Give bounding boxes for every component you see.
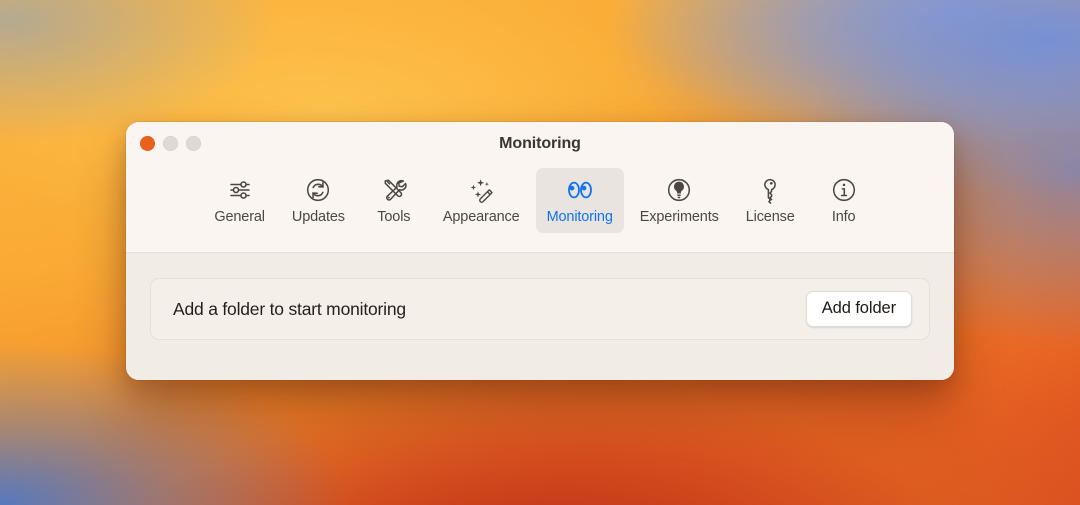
add-folder-button[interactable]: Add folder — [805, 291, 912, 327]
eyes-icon — [565, 175, 595, 205]
tab-label: Info — [831, 209, 856, 225]
tab-license[interactable]: License — [735, 168, 806, 233]
key-icon — [755, 175, 785, 205]
empty-state-row: Add a folder to start monitoring Add fol… — [150, 278, 930, 340]
preferences-window: Monitoring General Updates Tools Appeara… — [126, 122, 954, 380]
window-titlebar: Monitoring — [126, 122, 954, 167]
tab-label: Monitoring — [546, 209, 613, 225]
preferences-toolbar: General Updates Tools Appearance Monitor… — [126, 167, 954, 253]
tab-experiments[interactable]: Experiments — [629, 168, 730, 233]
tab-label: General — [214, 209, 265, 225]
tab-general[interactable]: General — [203, 168, 276, 233]
tab-updates[interactable]: Updates — [281, 168, 356, 233]
tab-label: License — [745, 209, 795, 225]
tab-label: Tools — [377, 209, 411, 225]
refresh-icon — [303, 175, 333, 205]
tab-tools[interactable]: Tools — [361, 168, 427, 233]
empty-state-label: Add a folder to start monitoring — [173, 298, 406, 319]
tab-label: Appearance — [442, 209, 520, 225]
info-icon — [829, 175, 859, 205]
tab-label: Experiments — [639, 209, 719, 225]
magic-wand-icon — [466, 175, 496, 205]
tab-label: Updates — [291, 209, 345, 225]
tools-icon — [379, 175, 409, 205]
tab-appearance[interactable]: Appearance — [432, 168, 531, 233]
sliders-icon — [225, 175, 255, 205]
window-title: Monitoring — [499, 135, 581, 152]
lightbulb-icon — [664, 175, 694, 205]
monitoring-pane: Add a folder to start monitoring Add fol… — [126, 253, 954, 380]
desktop-wallpaper: Monitoring General Updates Tools Appeara… — [0, 0, 1080, 505]
tab-monitoring[interactable]: Monitoring — [535, 168, 624, 233]
tab-info[interactable]: Info — [811, 168, 877, 233]
